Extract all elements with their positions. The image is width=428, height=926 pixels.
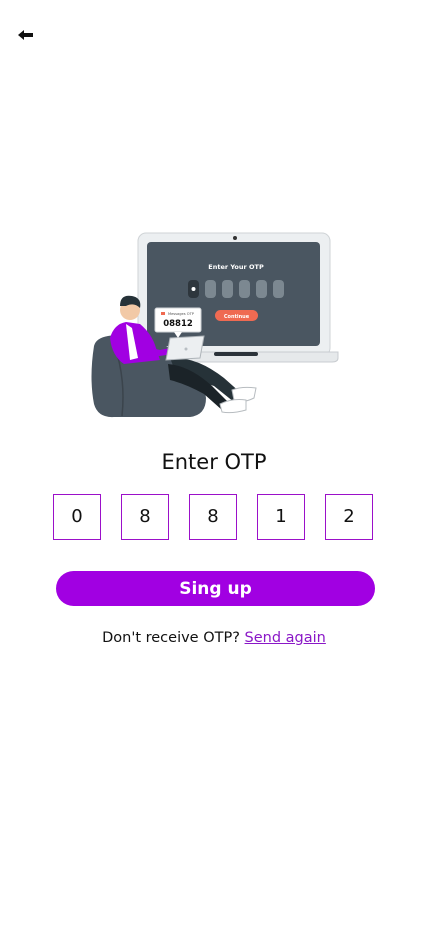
screen-button-label: Continue [224, 314, 250, 320]
resend-row: Don't receive OTP? Send again [0, 630, 428, 646]
back-button[interactable] [18, 28, 38, 42]
laptop-notch [214, 352, 258, 356]
screen-title: Enter Your OTP [208, 263, 264, 271]
sign-up-button[interactable]: Sing up [56, 571, 375, 606]
camera-dot [233, 236, 237, 240]
otp-digit-4[interactable] [257, 494, 305, 540]
arrow-left-icon [18, 30, 33, 40]
otp-digit-3[interactable] [189, 494, 237, 540]
otp-digit-1[interactable] [53, 494, 101, 540]
otp-illustration: Enter Your OTP Continue Messages OTP 088… [91, 232, 339, 418]
phone-code: 08812 [163, 319, 193, 329]
otp-digit-2[interactable] [121, 494, 169, 540]
otp-input-row [53, 494, 375, 542]
otp-digit-5[interactable] [325, 494, 373, 540]
page-title: Enter OTP [161, 450, 267, 474]
send-again-link[interactable]: Send again [245, 630, 326, 646]
resend-prompt: Don't receive OTP? [102, 630, 240, 646]
phone-caption: Messages OTP [168, 312, 195, 316]
